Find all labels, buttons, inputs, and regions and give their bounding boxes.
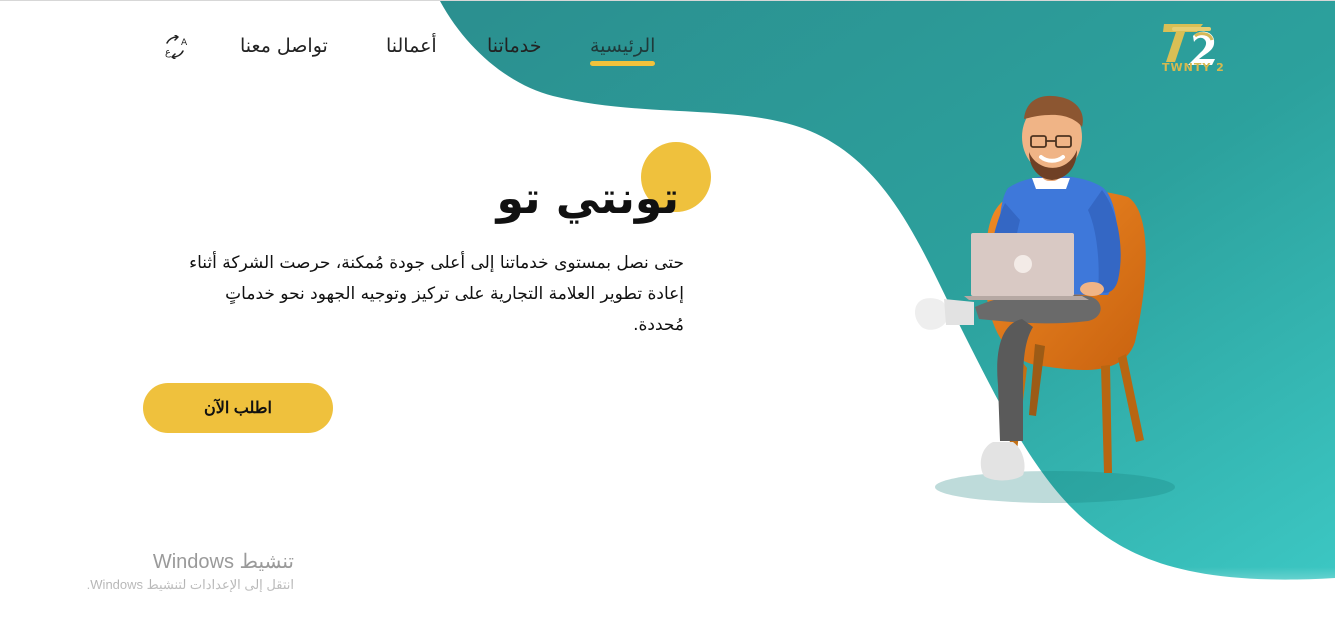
svg-text:A: A [181,38,188,48]
hero-title: تونتي تو [496,173,679,225]
man-with-laptop-illustration [915,95,1175,503]
nav-services[interactable]: خدماتنا [487,35,542,57]
landing-page: TWNTY 2 الرئيسية خدماتنا أعمالنا تواصل م… [0,0,1335,619]
language-icon[interactable]: A ع [162,35,188,59]
windows-activation-watermark: تنشيط Windows انتقل إلى الإعدادات لتنشيط… [58,551,294,592]
nav-works[interactable]: أعمالنا [386,35,437,57]
main-navigation: الرئيسية خدماتنا أعمالنا تواصل معنا A ع [150,35,670,75]
order-now-button[interactable]: اطلب الآن [143,383,333,433]
watermark-subtitle: انتقل إلى الإعدادات لتنشيط Windows. [86,577,294,592]
logo-wordmark: TWNTY 2 [1162,61,1225,74]
watermark-title: تنشيط Windows [152,551,294,573]
svg-text:ع: ع [165,47,171,58]
nav-home[interactable]: الرئيسية [590,35,656,66]
nav-contact[interactable]: تواصل معنا [240,35,328,57]
hero-description: حتى نصل بمستوى خدماتنا إلى أعلى جودة مُم… [189,253,684,335]
